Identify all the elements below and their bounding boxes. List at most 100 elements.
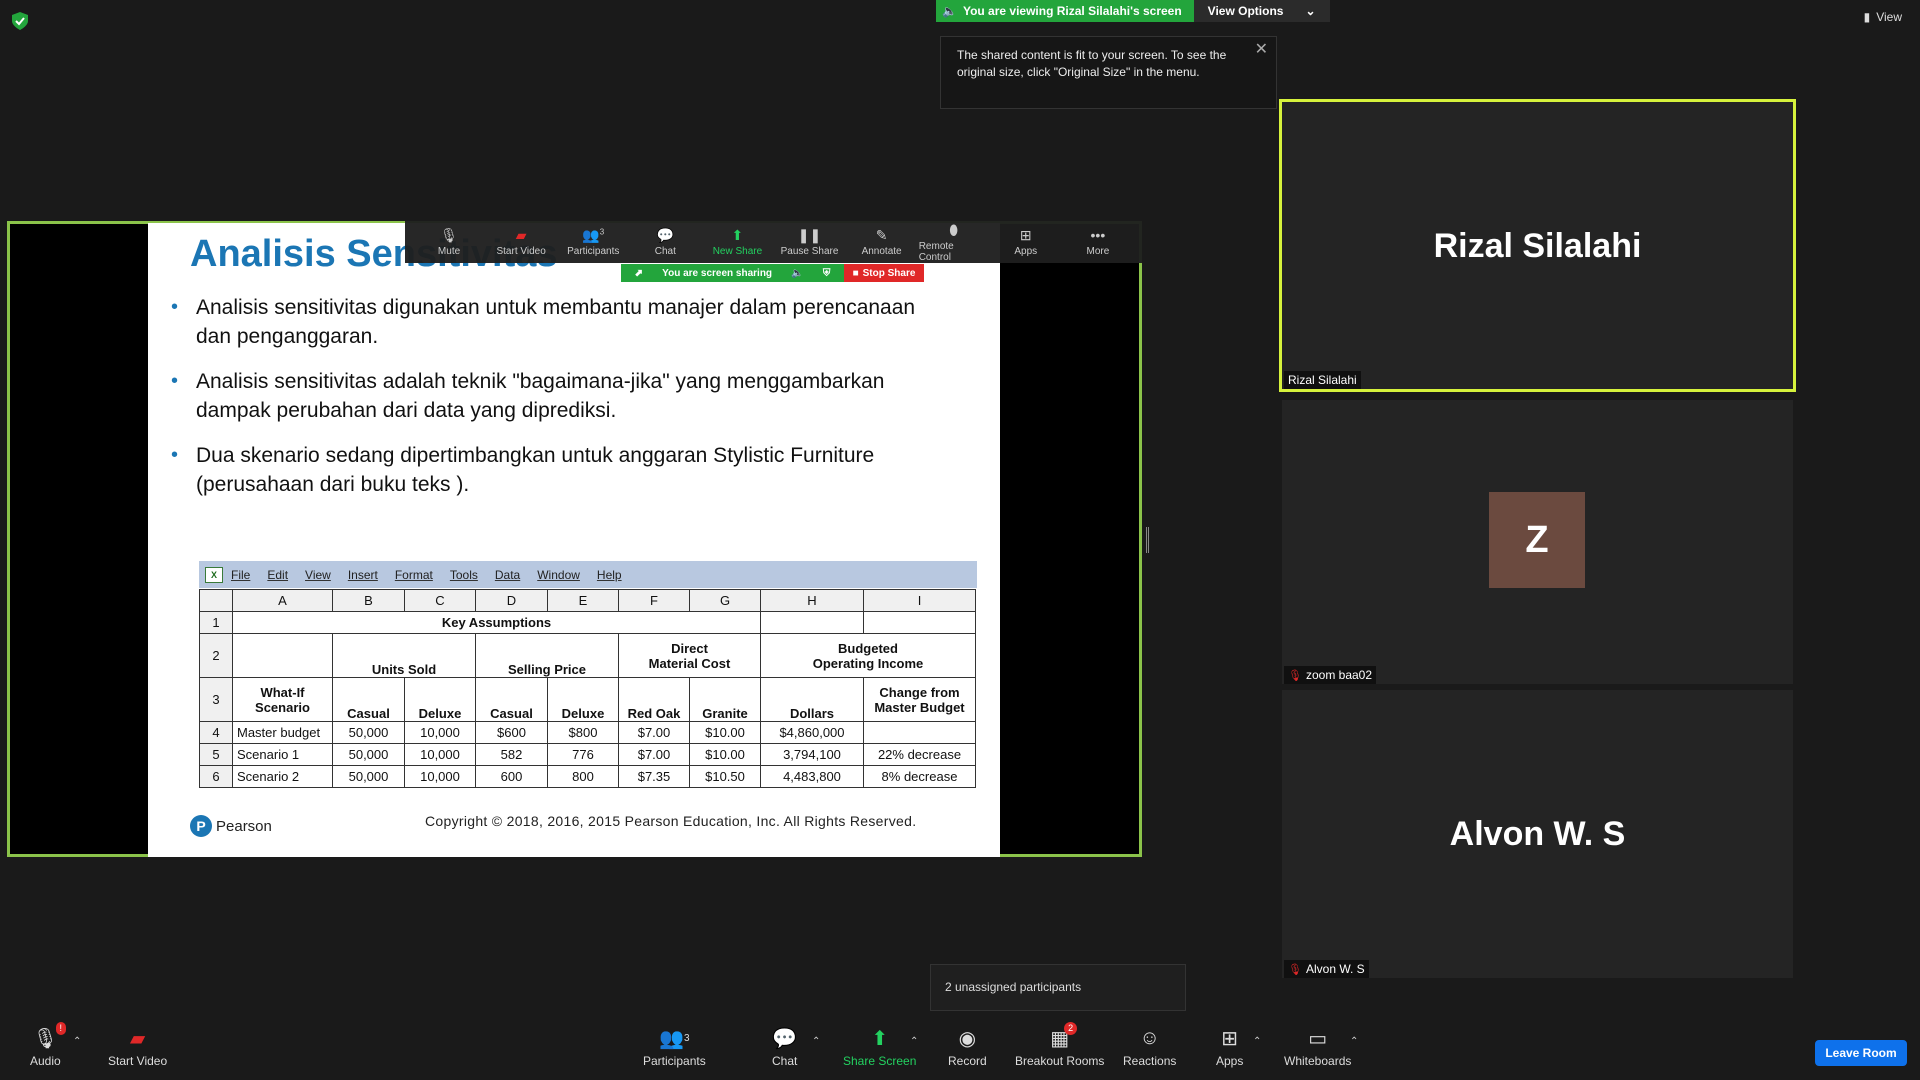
view-options-button[interactable]: View Options ⌄ (1193, 0, 1330, 22)
row-number: 5 (199, 743, 233, 766)
screen-sharing-indicator: ⬈ You are screen sharing 🔈 ⛨ ■ Stop Shar… (621, 264, 924, 282)
share-screen-label: Share Screen (843, 1054, 917, 1068)
microphone-icon: 🎙! (33, 1022, 67, 1050)
unassigned-participants-popup[interactable]: 2 unassigned participants (930, 964, 1186, 1011)
sharing-pill: ⬈ You are screen sharing 🔈 ⛨ (621, 264, 844, 282)
start-video-button[interactable]: ▰ Start Video (108, 1026, 168, 1069)
video-tile-alvon[interactable]: Alvon W. S 🎙 Alvon W. S (1282, 690, 1793, 978)
record-label: Record (948, 1054, 987, 1068)
pencil-icon: ✎ (875, 227, 888, 243)
view-options-label: View Options (1207, 4, 1284, 18)
participant-name-label: Rizal Silalahi (1284, 371, 1361, 389)
audio-label: Audio (30, 1054, 61, 1068)
table-header-cell: Red Oak (618, 677, 690, 722)
table-cell: 50,000 (332, 765, 405, 788)
unassigned-text: 2 unassigned participants (945, 980, 1082, 994)
name-text: zoom baa02 (1305, 668, 1373, 682)
bullet-text: Dua skenario sedang dipertimbangkan untu… (196, 444, 875, 496)
sharing-text: You are screen sharing (662, 267, 773, 279)
reactions-button[interactable]: ☺ Reactions (1123, 1026, 1176, 1069)
record-button[interactable]: ◉ Record (948, 1026, 987, 1069)
participant-name-label: 🎙 zoom baa02 (1284, 666, 1377, 684)
resize-divider-handle[interactable] (1146, 527, 1149, 553)
share-screen-button[interactable]: ⬆ Share Screen (843, 1026, 917, 1069)
bullet-icon: • (171, 296, 179, 318)
security-shield-icon[interactable] (12, 12, 28, 30)
menu-data: Data (494, 567, 521, 582)
table-row: 1 Key Assumptions (199, 611, 976, 634)
table-cell: $10.00 (689, 743, 761, 766)
row-number: 4 (199, 721, 233, 744)
table-cell: Scenario 1 (232, 743, 333, 766)
table-cell: $7.35 (618, 765, 690, 788)
name-text: Rizal Silalahi (1288, 373, 1357, 387)
share-options-caret[interactable]: ⌃ (910, 1036, 918, 1047)
chat-button[interactable]: 💬 Chat (772, 1026, 797, 1069)
header-line: Budgeted (838, 640, 898, 656)
start-video-label: Start Video (108, 1054, 168, 1068)
copyright-text: Copyright © 2018, 2016, 2015 Pearson Edu… (425, 813, 917, 829)
share-apps-label: Apps (1014, 246, 1038, 257)
audio-button[interactable]: 🎙! Audio (30, 1022, 67, 1068)
table-cell: 8% decrease (863, 765, 976, 788)
remote-control-button: ⬮ Remote Control (919, 222, 989, 263)
record-icon: ◉ (958, 1027, 977, 1050)
whiteboards-label: Whiteboards (1284, 1054, 1352, 1068)
whiteboards-button[interactable]: ▭ Whiteboards (1284, 1026, 1352, 1069)
key-assumptions-table: A B C D E F G H I 1 Key Assumptions 2 Un… (199, 589, 976, 788)
header-line: What-If (260, 684, 305, 700)
video-tile-zoom-baa02[interactable]: Z 🎙 zoom baa02 (1282, 400, 1793, 684)
what-if-header: What-If Scenario (232, 677, 333, 722)
bullet-text: Analisis sensitivitas adalah teknik "bag… (196, 370, 885, 422)
table-cell: 10,000 (404, 721, 476, 744)
video-tile-rizal[interactable]: Rizal Silalahi Rizal Silalahi (1279, 99, 1796, 392)
chat-icon: 💬 (656, 227, 675, 243)
table-cell: 776 (547, 743, 619, 766)
participants-icon: 👥3 (659, 1027, 690, 1050)
direct-material-cost-header: Direct Material Cost (618, 633, 761, 678)
apps-button[interactable]: ⊞ Apps (1216, 1026, 1244, 1069)
header-line: Scenario (255, 699, 310, 715)
view-layout-button[interactable]: ▮ View (1864, 10, 1902, 24)
audio-options-caret[interactable]: ⌃ (73, 1036, 81, 1047)
share-start-video-button: ▰ Start Video (486, 227, 556, 257)
participants-button[interactable]: 👥 3 Participants (643, 1026, 706, 1069)
header-line: Direct (671, 640, 708, 656)
budgeted-operating-income-header: Budgeted Operating Income (760, 633, 976, 678)
fit-to-screen-tooltip: The shared content is fit to your screen… (940, 36, 1277, 109)
breakout-rooms-label: Breakout Rooms (1015, 1054, 1105, 1068)
table-cell: 50,000 (332, 743, 405, 766)
whiteboards-options-caret[interactable]: ⌃ (1350, 1036, 1358, 1047)
bullet-icon: • (171, 370, 179, 392)
table-header-cell: Casual (332, 677, 405, 722)
apps-options-caret[interactable]: ⌃ (1253, 1036, 1261, 1047)
apps-label: Apps (1216, 1054, 1244, 1068)
smiley-icon: ☺ (1139, 1026, 1160, 1049)
table-header-cell: Dollars (760, 677, 864, 722)
participants-icon: 👥3 (582, 227, 605, 243)
audio-alert-badge: ! (55, 1022, 67, 1035)
menu-file: File (231, 567, 251, 582)
slide-bullet: • Analisis sensitivitas adalah teknik "ba… (171, 367, 916, 425)
stop-share-label: Stop Share (862, 267, 916, 279)
row-number: 1 (199, 611, 233, 634)
participants-label: Participants (643, 1054, 706, 1068)
pearson-p-icon: P (190, 815, 212, 837)
share-more-button: ••• More (1063, 227, 1133, 257)
publisher-name: Pearson (216, 817, 272, 835)
speaker-icon: 🔈 (942, 4, 957, 18)
change-header: Change from Master Budget (863, 677, 976, 722)
leave-room-button[interactable]: Leave Room (1815, 1040, 1907, 1066)
pearson-logo: P Pearson (190, 815, 272, 837)
column-header: A (232, 589, 333, 612)
chat-options-caret[interactable]: ⌃ (812, 1036, 820, 1047)
menu-edit: Edit (267, 567, 289, 582)
table-row: 2 Units Sold Selling Price Direct Materia… (199, 633, 976, 678)
name-text: Alvon W. S (1305, 962, 1365, 976)
breakout-rooms-button[interactable]: ▦ 2 Breakout Rooms (1015, 1022, 1105, 1068)
stop-share-button: ■ Stop Share (844, 264, 924, 282)
row-number: 6 (199, 765, 233, 788)
header-line: Master Budget (874, 699, 965, 715)
close-icon[interactable]: ✕ (1255, 41, 1268, 58)
tooltip-text: The shared content is fit to your screen… (957, 48, 1227, 79)
